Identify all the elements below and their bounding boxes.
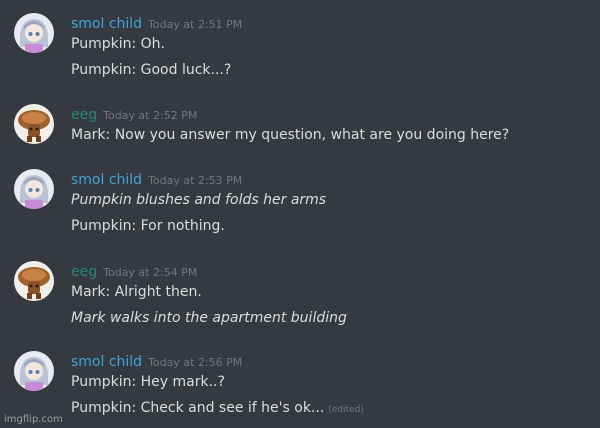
anime-girl-avatar-icon[interactable]: [14, 13, 54, 53]
anime-girl-avatar-icon[interactable]: [14, 351, 54, 391]
timestamp: Today at 2:51 PM: [148, 18, 243, 31]
message-text: Mark: Now you answer my question, what a…: [71, 127, 510, 143]
message-header: smol child Today at 2:51 PM: [71, 13, 243, 32]
timestamp: Today at 2:54 PM: [103, 266, 198, 279]
message-text: Pumpkin: For nothing.: [71, 218, 225, 234]
message-text: Pumpkin: Check and see if he's ok... (edi…: [71, 399, 364, 419]
message-header: smol child Today at 2:56 PM: [71, 351, 243, 370]
message-header: smol child Today at 2:53 PM: [71, 169, 243, 188]
message-header: eeg Today at 2:54 PM: [71, 261, 198, 280]
edited-label: (edited): [328, 405, 364, 415]
message-header: eeg Today at 2:52 PM: [71, 104, 198, 123]
timestamp: Today at 2:52 PM: [103, 109, 198, 122]
username[interactable]: smol child: [71, 16, 142, 32]
username[interactable]: eeg: [71, 107, 97, 123]
message-text-content: Pumpkin: Check and see if he's ok...: [71, 400, 325, 416]
message-text: Pumpkin: Hey mark..?: [71, 374, 225, 390]
watermark: imgflip.com: [4, 414, 63, 425]
message-text: Pumpkin: Oh.: [71, 36, 165, 52]
username[interactable]: smol child: [71, 354, 142, 370]
timestamp: Today at 2:56 PM: [148, 356, 243, 369]
username[interactable]: smol child: [71, 172, 142, 188]
message-text: Mark: Alright then.: [71, 284, 202, 300]
anime-girl-avatar-icon[interactable]: [14, 169, 54, 209]
message-text: Pumpkin blushes and folds her arms: [71, 192, 327, 208]
message-text: Pumpkin: Good luck...?: [71, 62, 232, 78]
mushroom-avatar-icon[interactable]: [14, 104, 54, 144]
timestamp: Today at 2:53 PM: [148, 174, 243, 187]
message-text: Mark walks into the apartment building: [71, 310, 347, 326]
username[interactable]: eeg: [71, 264, 97, 280]
mushroom-avatar-icon[interactable]: [14, 261, 54, 301]
